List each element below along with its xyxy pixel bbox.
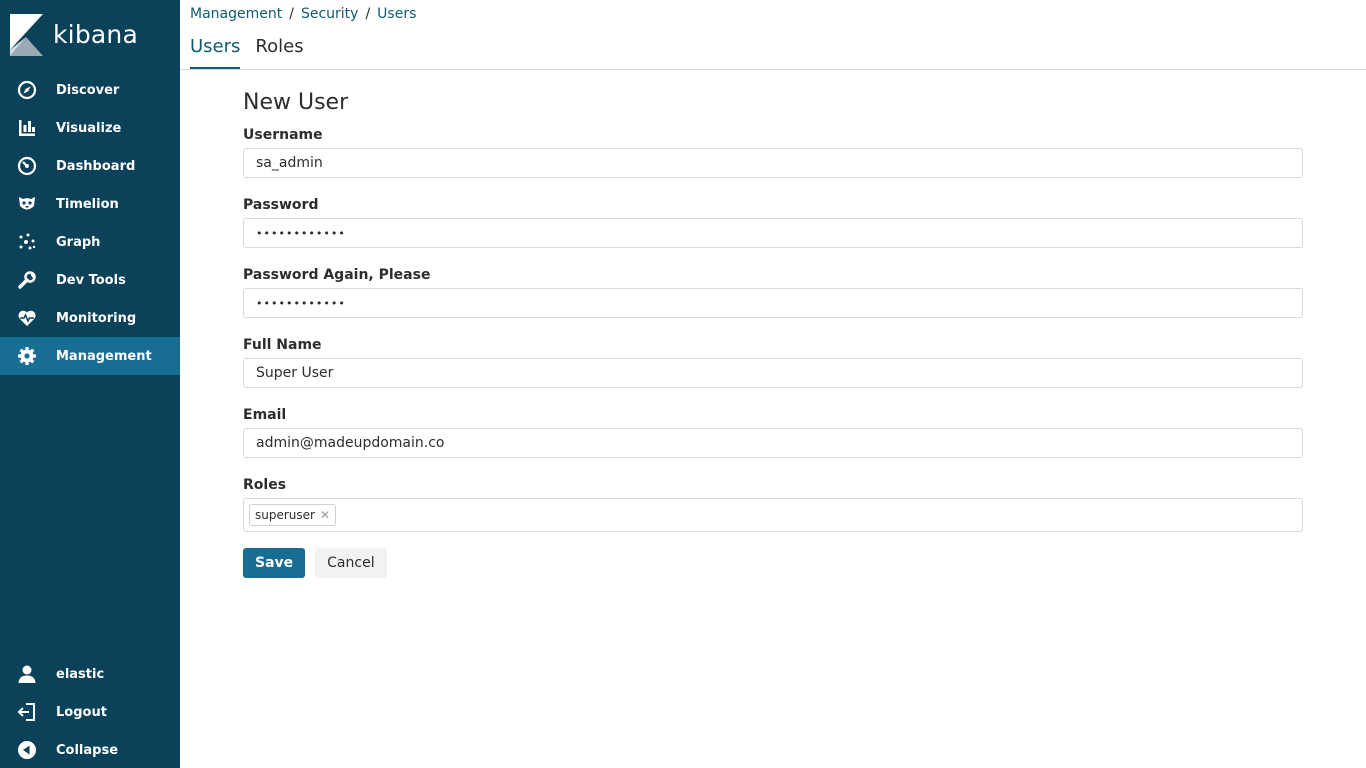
sidebar-item-logout[interactable]: Logout: [0, 693, 180, 731]
username-field[interactable]: [243, 148, 1303, 178]
username-label: Username: [243, 127, 323, 143]
user-icon: [16, 663, 38, 685]
compass-icon: [16, 79, 38, 101]
role-tag-label: superuser: [255, 508, 315, 522]
password-again-field[interactable]: [243, 288, 1303, 318]
sidebar-item-label: Dev Tools: [56, 272, 126, 288]
page-title: New User: [243, 90, 349, 115]
sidebar-item-dashboard[interactable]: Dashboard: [0, 147, 180, 185]
timelion-mask-icon: [16, 193, 38, 215]
sidebar-item-dev-tools[interactable]: Dev Tools: [0, 261, 180, 299]
kibana-logo[interactable]: kibana: [10, 14, 138, 56]
sidebar-item-graph[interactable]: Graph: [0, 223, 180, 261]
sidebar-item-label: Collapse: [56, 742, 119, 758]
cancel-button[interactable]: Cancel: [315, 548, 387, 578]
brand-name: kibana: [53, 19, 138, 49]
tab-users[interactable]: Users: [190, 36, 241, 69]
sidebar-item-label: Timelion: [56, 196, 119, 212]
breadcrumb-separator: /: [365, 6, 371, 22]
sidebar-item-label: Dashboard: [56, 158, 136, 174]
sidebar-item-label: elastic: [56, 666, 105, 682]
sidebar-item-label: Management: [56, 348, 152, 364]
password-again-label: Password Again, Please: [243, 267, 431, 283]
sidebar-item-monitoring[interactable]: Monitoring: [0, 299, 180, 337]
sidebar-item-management[interactable]: Management: [0, 337, 180, 375]
sidebar-item-user[interactable]: elastic: [0, 655, 180, 693]
password-field[interactable]: [243, 218, 1303, 248]
new-user-form: New User Username Password Password Agai…: [243, 90, 1303, 578]
breadcrumb: Management / Security / Users: [190, 6, 416, 22]
role-tag-superuser: superuser ✕: [249, 504, 337, 526]
password-label: Password: [243, 197, 319, 213]
tab-bar: Users Roles: [190, 36, 319, 69]
password-group: Password: [243, 197, 1303, 248]
graph-nodes-icon: [16, 231, 38, 253]
email-field[interactable]: [243, 428, 1303, 458]
username-group: Username: [243, 127, 1303, 178]
page-header: Management / Security / Users Users Role…: [180, 0, 1366, 70]
breadcrumb-users[interactable]: Users: [377, 6, 416, 22]
tab-roles[interactable]: Roles: [255, 36, 303, 69]
sidebar-item-collapse[interactable]: Collapse: [0, 731, 180, 768]
form-actions: Save Cancel: [243, 548, 1303, 578]
password-again-group: Password Again, Please: [243, 267, 1303, 318]
main-nav: Discover Visualize Dashboard Timelion Gr…: [0, 71, 180, 375]
collapse-icon: [16, 739, 38, 761]
sidebar-bottom-nav: elastic Logout Collapse: [0, 655, 180, 768]
sidebar-item-label: Monitoring: [56, 310, 137, 326]
sidebar-item-label: Graph: [56, 234, 101, 250]
breadcrumb-separator: /: [289, 6, 294, 22]
logout-icon: [16, 701, 38, 723]
sidebar: kibana Discover Visualize Dashboard Time…: [0, 0, 180, 768]
wrench-icon: [16, 269, 38, 291]
save-button[interactable]: Save: [243, 548, 306, 578]
email-group: Email: [243, 407, 1303, 458]
sidebar-item-label: Discover: [56, 82, 120, 98]
sidebar-item-visualize[interactable]: Visualize: [0, 109, 180, 147]
sidebar-item-timelion[interactable]: Timelion: [0, 185, 180, 223]
roles-group: Roles superuser ✕: [243, 477, 1303, 532]
remove-role-icon[interactable]: ✕: [320, 508, 330, 522]
sidebar-item-label: Logout: [56, 704, 107, 720]
sidebar-item-label: Visualize: [56, 120, 122, 136]
bar-chart-icon: [16, 117, 38, 139]
full-name-field[interactable]: [243, 358, 1303, 388]
breadcrumb-security[interactable]: Security: [301, 6, 359, 22]
breadcrumb-management[interactable]: Management: [190, 6, 282, 22]
gear-icon: [16, 345, 38, 367]
full-name-label: Full Name: [243, 337, 322, 353]
roles-label: Roles: [243, 477, 287, 493]
kibana-logo-icon: [10, 14, 43, 56]
sidebar-item-discover[interactable]: Discover: [0, 71, 180, 109]
heartbeat-icon: [16, 307, 38, 329]
full-name-group: Full Name: [243, 337, 1303, 388]
roles-select[interactable]: superuser ✕: [243, 498, 1303, 532]
email-label: Email: [243, 407, 287, 423]
dashboard-gauge-icon: [16, 155, 38, 177]
